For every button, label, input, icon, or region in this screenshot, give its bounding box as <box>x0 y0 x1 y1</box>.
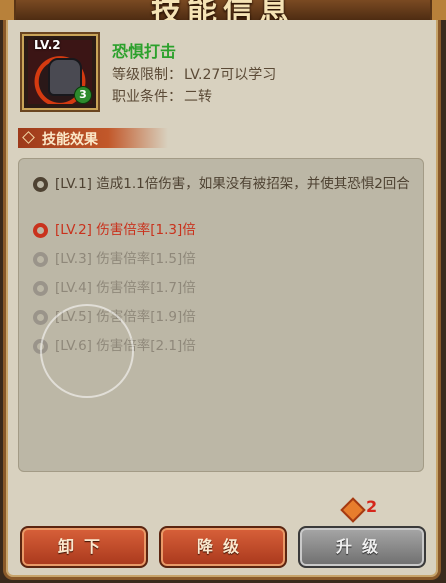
class-requirement-label: 职业条件： <box>112 89 182 105</box>
section-label: 技能效果 <box>42 132 98 148</box>
effect-row-lv1: [LV.1] 造成1.1倍伤害，如果没有被招架，并使其恐惧2回合 <box>29 175 415 194</box>
effect-text: [LV.2] 伤害倍率[1.3]倍 <box>55 222 196 238</box>
class-requirement: 职业条件： 二转 <box>112 86 212 106</box>
effect-row-lv3: [LV.3] 伤害倍率[1.5]倍 <box>29 250 415 269</box>
level-requirement: 等级限制： LV.27可以学习 <box>112 64 276 84</box>
diamond-icon <box>22 131 35 144</box>
effect-row-lv2: [LV.2] 伤害倍率[1.3]倍 <box>29 221 415 240</box>
tomoe-bullet-icon <box>33 223 48 238</box>
tomoe-bullet-icon <box>33 177 48 192</box>
touch-ring-indicator <box>40 304 134 398</box>
upgrade-button[interactable]: 升级 <box>298 526 426 568</box>
upgrade-cost: 2 <box>366 497 378 516</box>
class-requirement-value: 二转 <box>184 89 212 105</box>
level-requirement-label: 等级限制： <box>112 67 182 83</box>
effect-text: [LV.1] 造成1.1倍伤害，如果没有被招架，并使其恐惧2回合 <box>55 176 410 192</box>
section-header-skill-effects: 技能效果 <box>18 128 168 148</box>
skill-icon[interactable]: LV.2 3 <box>22 34 98 110</box>
tomoe-bullet-icon <box>33 252 48 267</box>
skill-rank-badge: 3 <box>74 86 92 104</box>
window-title: 技能信息 <box>151 0 295 20</box>
effect-row-lv4: [LV.4] 伤害倍率[1.7]倍 <box>29 279 415 298</box>
unequip-button[interactable]: 卸下 <box>20 526 148 568</box>
tomoe-bullet-icon <box>33 310 48 325</box>
level-requirement-value: LV.27可以学习 <box>184 67 277 83</box>
tomoe-bullet-icon <box>33 281 48 296</box>
effect-text: [LV.3] 伤害倍率[1.5]倍 <box>55 251 196 267</box>
title-bar: 技能信息 <box>0 0 446 20</box>
downgrade-button[interactable]: 降级 <box>159 526 287 568</box>
title-corner-right <box>430 0 446 20</box>
skill-icon-level: LV.2 <box>34 38 61 52</box>
effect-text: [LV.4] 伤害倍率[1.7]倍 <box>55 280 196 296</box>
skill-name: 恐惧打击 <box>112 42 177 61</box>
